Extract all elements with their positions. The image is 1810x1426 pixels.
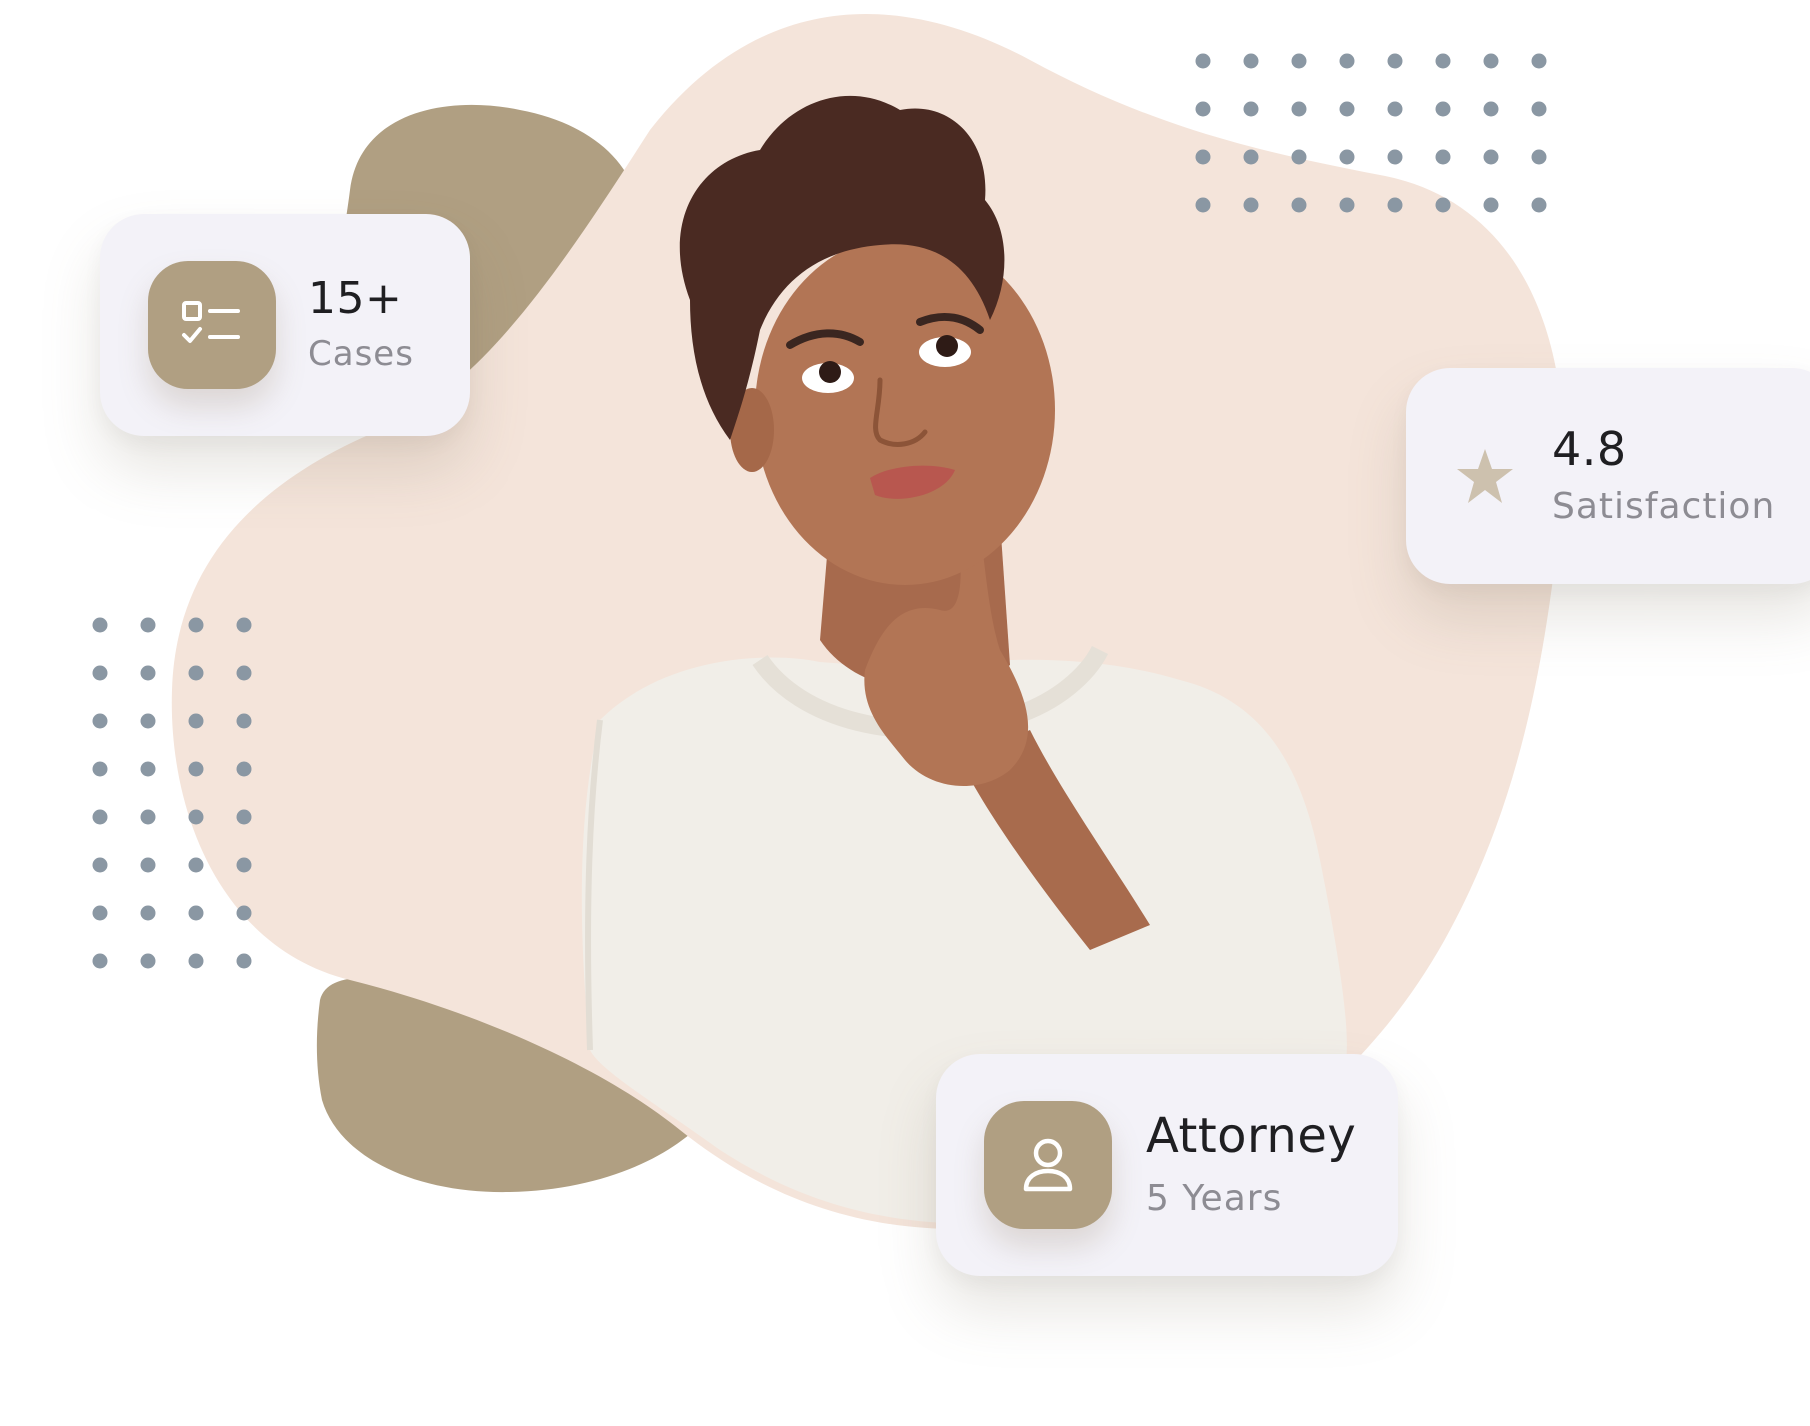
cases-stat-card: 15+ Cases <box>100 214 470 436</box>
attorney-title: Attorney <box>1146 1108 1357 1164</box>
face <box>755 235 1055 585</box>
hero-illustration: 15+ Cases 4.8 Satisfaction Attorney 5 Ye… <box>0 0 1810 1426</box>
attorney-experience: 5 Years <box>1146 1178 1283 1220</box>
cases-value: 15+ <box>308 273 403 325</box>
satisfaction-value: 4.8 <box>1552 422 1627 477</box>
star-icon <box>1454 445 1516 507</box>
user-icon <box>984 1101 1112 1229</box>
attorney-stat-card: Attorney 5 Years <box>936 1054 1398 1276</box>
satisfaction-label: Satisfaction <box>1552 486 1776 528</box>
cases-label: Cases <box>308 334 414 375</box>
satisfaction-stat-card: 4.8 Satisfaction <box>1406 368 1810 584</box>
checklist-icon <box>148 261 276 389</box>
